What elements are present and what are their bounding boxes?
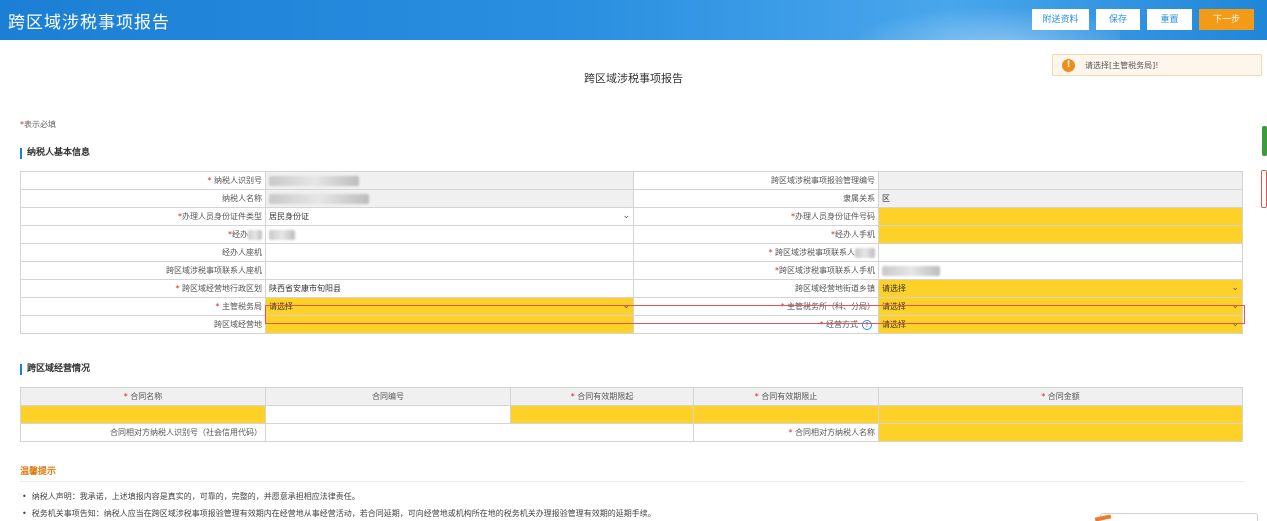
agent-name-label: *经办	[20, 225, 266, 244]
contact-name-input[interactable]	[878, 243, 1243, 262]
management-no-label: 跨区域涉税事项报验管理编号	[633, 171, 879, 190]
section-title-operations: 跨区域经营情况	[20, 364, 90, 375]
contract-no-header: 合同编号	[265, 387, 511, 406]
id-type-select[interactable]: 居民身份证 ⌄	[265, 207, 634, 226]
affiliation-label: 隶属关系	[633, 189, 879, 208]
operations-table: * 合同名称 合同编号 * 合同有效期限起 * 合同有效期限止 * 合同金额 合…	[20, 387, 1243, 442]
counterparty-name-input[interactable]	[878, 423, 1243, 442]
form-title: 跨区域涉税事项报告	[584, 72, 683, 85]
table-row: 跨区域经营地 * 经营方式? 请选择 ⌄	[20, 315, 1243, 334]
contract-name-header: * 合同名称	[20, 387, 266, 406]
save-button[interactable]: 保存	[1096, 9, 1140, 30]
table-row: * 合同名称 合同编号 * 合同有效期限起 * 合同有效期限止 * 合同金额	[20, 387, 1243, 406]
table-row: * 跨区域经营地行政区划 陕西省安康市旬阳县 跨区域经营地街道乡镇 请选择 ⌄	[20, 279, 1243, 298]
table-row: 跨区域涉税事项联系人座机 *跨区域涉税事项联系人手机	[20, 261, 1243, 280]
tax-office-select[interactable]: 请选择 ⌄	[878, 297, 1243, 316]
street-label: 跨区域经营地街道乡镇	[633, 279, 879, 298]
chevron-down-icon: ⌄	[1231, 301, 1239, 311]
amount-header: * 合同金额	[878, 387, 1243, 406]
affiliation-field: 区	[878, 189, 1243, 208]
next-step-button[interactable]: 下一步	[1199, 9, 1254, 30]
contact-landline-label: 跨区域涉税事项联系人座机	[20, 261, 266, 280]
divider	[20, 481, 1245, 482]
amount-input[interactable]	[878, 405, 1243, 424]
table-row: 纳税人名称 隶属关系 区	[20, 189, 1243, 208]
contact-landline-input[interactable]	[265, 261, 634, 280]
valid-from-input[interactable]	[510, 405, 694, 424]
valid-to-header: * 合同有效期限止	[693, 387, 879, 406]
contact-name-label: * 跨区域涉税事项联系人	[633, 243, 879, 262]
id-number-input[interactable]	[878, 207, 1243, 226]
valid-to-input[interactable]	[693, 405, 879, 424]
valid-from-header: * 合同有效期限起	[510, 387, 694, 406]
table-row: 经办人座机 * 跨区域涉税事项联系人	[20, 243, 1243, 262]
operation-mode-select[interactable]: 请选择 ⌄	[878, 315, 1243, 334]
id-number-label: *办理人员身份证件号码	[633, 207, 879, 226]
app-title: 跨区域涉税事项报告	[8, 13, 170, 33]
floating-widget[interactable]	[1100, 513, 1258, 521]
taxpayer-name-label: 纳税人名称	[20, 189, 266, 208]
chevron-down-icon: ⌄	[1231, 283, 1239, 293]
location-label: 跨区域经营地	[20, 315, 266, 334]
side-tab-handle[interactable]	[1262, 126, 1267, 156]
agent-name-field[interactable]	[265, 225, 634, 244]
contract-no-input[interactable]	[265, 405, 511, 424]
id-type-label: *办理人员身份证件类型	[20, 207, 266, 226]
contact-mobile-input[interactable]	[878, 261, 1243, 280]
contact-mobile-label: *跨区域涉税事项联系人手机	[633, 261, 879, 280]
attach-documents-button[interactable]: 附送资料	[1032, 9, 1089, 30]
table-row: * 纳税人识别号 跨区域涉税事项报验管理编号	[20, 171, 1243, 190]
basic-info-table: * 纳税人识别号 跨区域涉税事项报验管理编号 纳税人名称 隶属关系 区 *办理人…	[20, 171, 1243, 334]
counterparty-name-label: * 合同相对方纳税人名称	[693, 423, 879, 442]
required-note: *表示必填	[20, 120, 56, 129]
table-row: *办理人员身份证件类型 居民身份证 ⌄ *办理人员身份证件号码	[20, 207, 1243, 226]
table-row	[20, 405, 1243, 424]
table-row: 合同相对方纳税人识别号（社会信用代码） * 合同相对方纳税人名称	[20, 423, 1243, 442]
agent-landline-label: 经办人座机	[20, 243, 266, 262]
section-title-basic: 纳税人基本信息	[20, 148, 90, 159]
chevron-down-icon: ⌄	[1231, 319, 1239, 329]
table-row: *经办 *经办人手机	[20, 225, 1243, 244]
management-no-field	[878, 171, 1243, 190]
tax-bureau-label: * 主管税务局	[20, 297, 266, 316]
tax-office-label: * 主管税务所（科、分局）	[633, 297, 879, 316]
counterparty-id-input[interactable]	[265, 423, 694, 442]
street-select[interactable]: 请选择 ⌄	[878, 279, 1243, 298]
tip-item: 纳税人声明：我承诺，上述填报内容是真实的，可靠的，完整的，并愿意承担相应法律责任…	[22, 491, 360, 502]
tips-title: 温馨提示	[20, 467, 57, 477]
location-input[interactable]	[265, 315, 634, 334]
agent-landline-input[interactable]	[265, 243, 634, 262]
top-bar: 跨区域涉税事项报告 附送资料 保存 重置 下一步	[0, 0, 1267, 40]
taxpayer-id-label: * 纳税人识别号	[20, 171, 266, 190]
district-field[interactable]: 陕西省安康市旬阳县	[265, 279, 634, 298]
side-panel-handle[interactable]	[1261, 170, 1267, 208]
agent-phone-label: *经办人手机	[633, 225, 879, 244]
table-row: * 主管税务局 请选择 ⌄ * 主管税务所（科、分局） 请选择 ⌄	[20, 297, 1243, 316]
chevron-down-icon: ⌄	[622, 211, 630, 221]
chevron-down-icon: ⌄	[622, 301, 630, 311]
tip-item: 税务机关事项告知：纳税人应当在跨区域涉税事项报验管理有效期内在经营地从事经营活动…	[22, 508, 656, 519]
contract-name-input[interactable]	[20, 405, 266, 424]
agent-phone-input[interactable]	[878, 225, 1243, 244]
district-label: * 跨区域经营地行政区划	[20, 279, 266, 298]
tax-bureau-select[interactable]: 请选择 ⌄	[265, 297, 634, 316]
taxpayer-name-field	[265, 189, 634, 208]
reset-button[interactable]: 重置	[1147, 9, 1192, 30]
operation-mode-label: * 经营方式?	[633, 315, 879, 334]
taxpayer-id-field	[265, 171, 634, 190]
counterparty-id-label: 合同相对方纳税人识别号（社会信用代码）	[20, 423, 266, 442]
help-icon[interactable]: ?	[862, 320, 872, 330]
